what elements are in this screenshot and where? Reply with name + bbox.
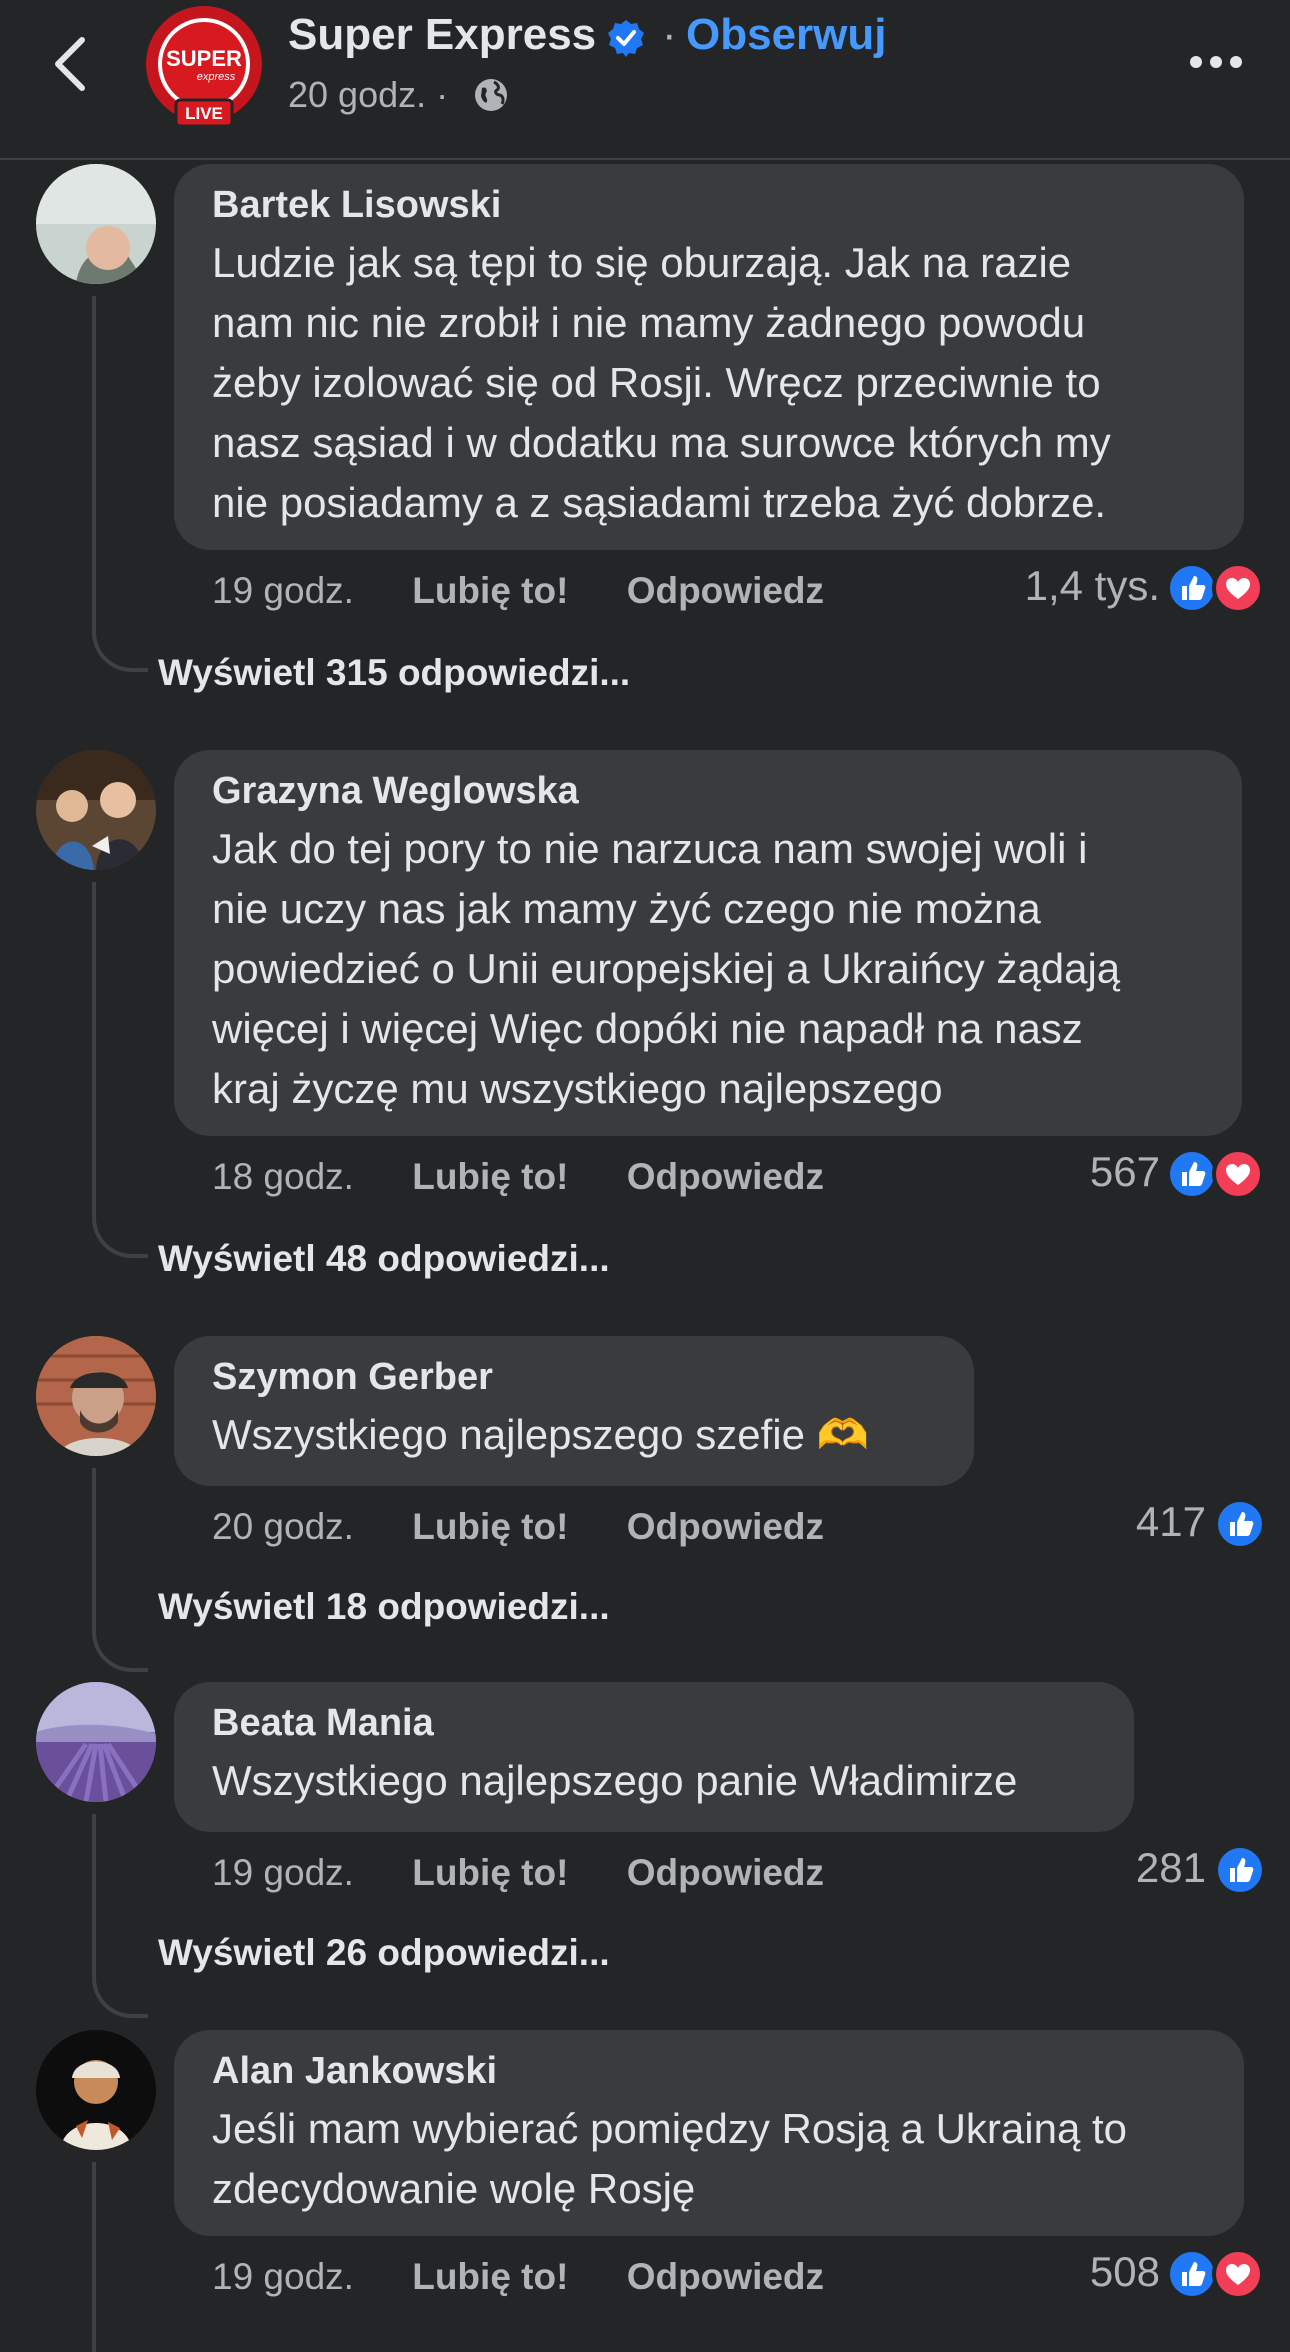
view-replies-link[interactable]: Wyświetl 48 odpowiedzi... bbox=[158, 1238, 610, 1280]
like-icon bbox=[1214, 1498, 1266, 1550]
reaction-count[interactable]: 1,4 tys. bbox=[990, 562, 1160, 610]
thread-line bbox=[92, 2162, 96, 2352]
like-button[interactable]: Lubię to! bbox=[412, 570, 568, 611]
comment-text: Ludzie jak są tępi to się oburzają. Jak … bbox=[212, 239, 1111, 526]
thumbs-up-glyph bbox=[1230, 1858, 1254, 1882]
reply-button[interactable]: Odpowiedz bbox=[627, 1506, 824, 1547]
thumbs-up-glyph bbox=[1230, 1512, 1254, 1536]
heart-glyph bbox=[1226, 1164, 1250, 1185]
comment-author[interactable]: Beata Mania bbox=[212, 1702, 1096, 1745]
thread-line bbox=[92, 882, 96, 1212]
reply-button[interactable]: Odpowiedz bbox=[627, 570, 824, 611]
comment-actions: 20 godz. Lubię to! Odpowiedz bbox=[212, 1506, 872, 1548]
thread-curve bbox=[92, 1624, 148, 1672]
like-button[interactable]: Lubię to! bbox=[412, 1506, 568, 1547]
comment-bubble[interactable]: Beata Mania Wszystkiego najlepszego pani… bbox=[174, 1682, 1134, 1832]
reaction-count[interactable]: 508 bbox=[990, 2248, 1160, 2296]
comment-time: 19 godz. bbox=[212, 570, 354, 611]
view-replies-link[interactable]: Wyświetl 18 odpowiedzi... bbox=[158, 1586, 610, 1628]
separator-dot: · bbox=[662, 10, 677, 59]
comment-actions: 19 godz. Lubię to! Odpowiedz bbox=[212, 570, 872, 612]
reaction-icons[interactable] bbox=[1214, 1498, 1266, 1550]
thumbs-up-glyph bbox=[1182, 1162, 1206, 1186]
post-header: SUPER express LIVE Super Express · Obser… bbox=[0, 0, 1290, 160]
reaction-count[interactable]: 281 bbox=[1036, 1844, 1206, 1892]
reaction-icons[interactable] bbox=[1166, 2248, 1264, 2300]
comment-bubble[interactable]: Grazyna Weglowska Jak do tej pory to nie… bbox=[174, 750, 1242, 1136]
live-badge: LIVE bbox=[185, 104, 223, 123]
love-icon bbox=[1212, 1148, 1264, 1200]
view-replies-link[interactable]: Wyświetl 315 odpowiedzi... bbox=[158, 652, 630, 694]
comment-text: Wszystkiego najlepszego szefie 🫶 bbox=[212, 1411, 869, 1458]
like-icon bbox=[1214, 1844, 1266, 1896]
more-options-icon[interactable] bbox=[1188, 52, 1244, 72]
comment-bubble[interactable]: Alan Jankowski Jeśli mam wybierać pomięd… bbox=[174, 2030, 1244, 2236]
avatar[interactable] bbox=[36, 2030, 156, 2150]
page-avatar[interactable]: SUPER express LIVE bbox=[142, 4, 266, 128]
comment-actions: 18 godz. Lubię to! Odpowiedz bbox=[212, 1156, 872, 1198]
comment-time: 20 godz. bbox=[212, 1506, 354, 1547]
page-name[interactable]: Super Express bbox=[288, 10, 596, 60]
reply-button[interactable]: Odpowiedz bbox=[627, 2256, 824, 2297]
comment-time: 18 godz. bbox=[212, 1156, 354, 1197]
love-icon bbox=[1212, 2248, 1264, 2300]
thread-curve bbox=[92, 624, 148, 672]
reaction-icons[interactable] bbox=[1166, 1148, 1264, 1200]
view-replies-link[interactable]: Wyświetl 26 odpowiedzi... bbox=[158, 1932, 610, 1974]
thumbs-up-glyph bbox=[1182, 2262, 1206, 2286]
globe-icon bbox=[475, 79, 507, 111]
comment-time: 19 godz. bbox=[212, 1852, 354, 1893]
verified-badge-icon bbox=[608, 20, 644, 57]
avatar[interactable] bbox=[36, 1682, 156, 1802]
comment-bubble[interactable]: Bartek Lisowski Ludzie jak są tępi to si… bbox=[174, 164, 1244, 550]
reaction-count[interactable]: 567 bbox=[990, 1148, 1160, 1196]
like-icon bbox=[1166, 562, 1218, 614]
back-arrow-icon[interactable] bbox=[50, 34, 90, 94]
heart-glyph bbox=[1226, 578, 1250, 599]
comment-actions: 19 godz. Lubię to! Odpowiedz bbox=[212, 2256, 872, 2298]
comment-time: 19 godz. bbox=[212, 2256, 354, 2297]
like-button[interactable]: Lubię to! bbox=[412, 2256, 568, 2297]
comment-author[interactable]: Alan Jankowski bbox=[212, 2050, 1206, 2093]
like-icon bbox=[1166, 2248, 1218, 2300]
logo-subtext: express bbox=[197, 71, 236, 83]
heart-glyph bbox=[1226, 2264, 1250, 2285]
comment-author[interactable]: Szymon Gerber bbox=[212, 1356, 936, 1399]
follow-button[interactable]: Obserwuj bbox=[686, 10, 887, 60]
comment-author[interactable]: Grazyna Weglowska bbox=[212, 770, 1204, 813]
like-button[interactable]: Lubię to! bbox=[412, 1852, 568, 1893]
avatar[interactable] bbox=[36, 750, 156, 870]
thread-line bbox=[92, 1814, 96, 1972]
logo-text: SUPER bbox=[166, 46, 242, 71]
thread-curve bbox=[92, 1970, 148, 2018]
avatar[interactable] bbox=[36, 1336, 156, 1456]
like-button[interactable]: Lubię to! bbox=[412, 1156, 568, 1197]
comment-author[interactable]: Bartek Lisowski bbox=[212, 184, 1206, 227]
love-icon bbox=[1212, 562, 1264, 614]
reply-button[interactable]: Odpowiedz bbox=[627, 1156, 824, 1197]
thread-line bbox=[92, 296, 96, 626]
comment-text: Wszystkiego najlepszego panie Władimirze bbox=[212, 1757, 1018, 1804]
reaction-count[interactable]: 417 bbox=[1036, 1498, 1206, 1546]
reaction-icons[interactable] bbox=[1166, 562, 1264, 614]
thread-curve bbox=[92, 1210, 148, 1258]
reply-button[interactable]: Odpowiedz bbox=[627, 1852, 824, 1893]
thumbs-up-glyph bbox=[1182, 576, 1206, 600]
avatar[interactable] bbox=[36, 164, 156, 284]
comment-bubble[interactable]: Szymon Gerber Wszystkiego najlepszego sz… bbox=[174, 1336, 974, 1486]
thread-line bbox=[92, 1468, 96, 1626]
reaction-icons[interactable] bbox=[1214, 1844, 1266, 1896]
comment-actions: 19 godz. Lubię to! Odpowiedz bbox=[212, 1852, 872, 1894]
post-time: 20 godz. · bbox=[288, 74, 449, 115]
like-icon bbox=[1166, 1148, 1218, 1200]
comment-text: Jeśli mam wybierać pomiędzy Rosją a Ukra… bbox=[212, 2105, 1127, 2212]
comment-text: Jak do tej pory to nie narzuca nam swoje… bbox=[212, 825, 1121, 1112]
